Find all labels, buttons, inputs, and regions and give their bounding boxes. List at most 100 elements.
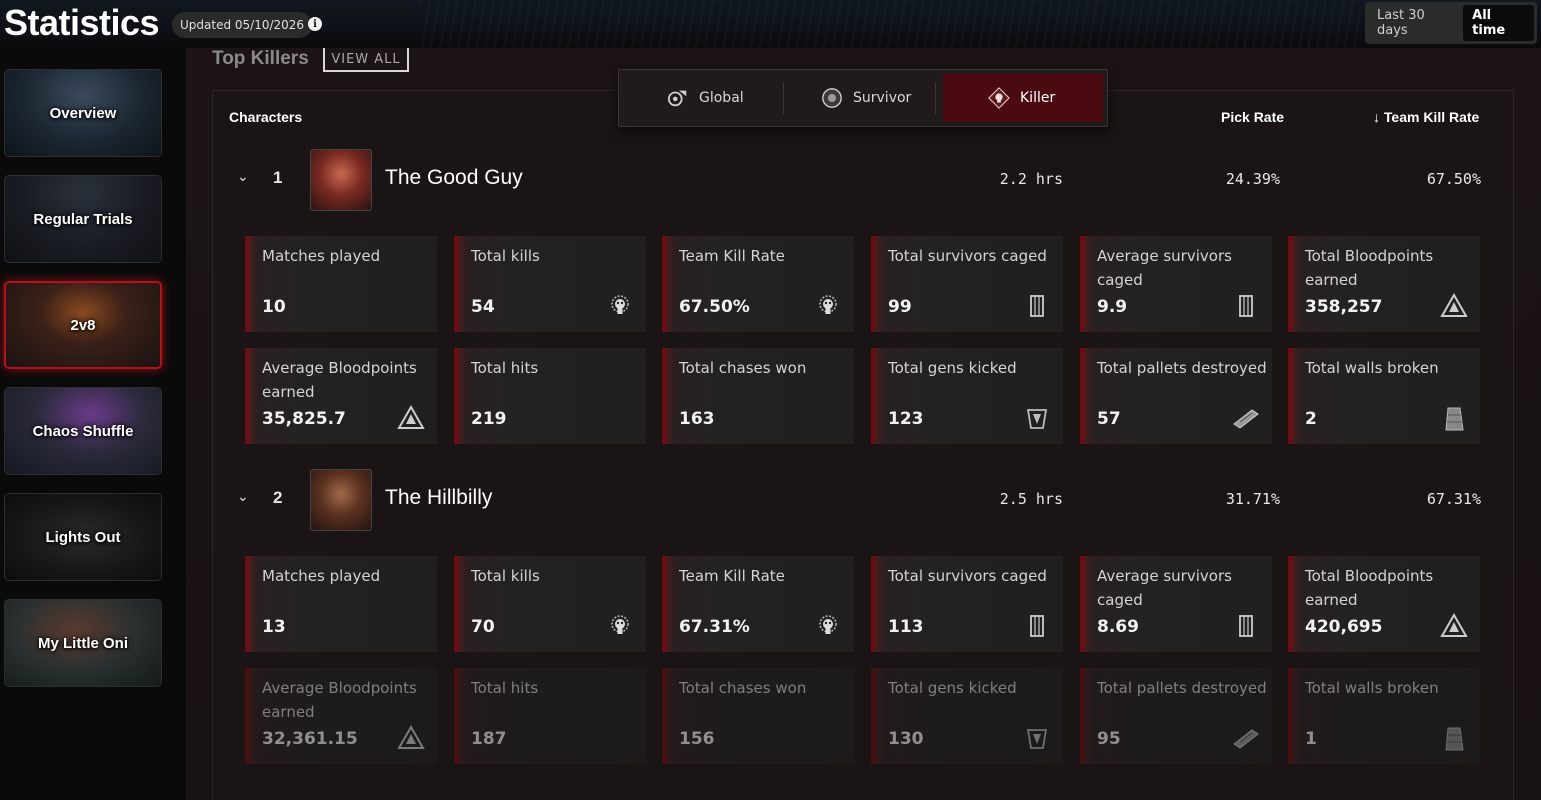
stat-card-average-survivors-caged: Average survivors caged 9.9 [1080,236,1272,332]
skull-icon [611,295,629,314]
stat-card-total-pallets-destroyed: Total pallets destroyed 57 [1080,348,1272,444]
stat-value: 123 [888,409,924,429]
sidebar-item-label: 2v8 [70,316,96,334]
range-last-30-days[interactable]: Last 30 days [1368,5,1463,41]
cage-icon [1030,615,1044,637]
section-title: Top Killers [212,48,309,69]
stat-value: 187 [471,729,507,749]
stat-card-total-hits: Total hits 187 [454,668,646,764]
range-toggle: Last 30 days All time [1365,2,1537,44]
stat-card-team-kill-rate: Team Kill Rate 67.50% [662,236,854,332]
tab-divider [935,82,936,114]
sidebar-item-2v8[interactable]: 2v8 [4,281,162,369]
character-team-kill-rate: 67.50% [1426,170,1481,188]
sidebar-item-label: Regular Trials [33,210,133,228]
stat-label: Average survivors caged [1097,567,1232,609]
stat-card-average-survivors-caged: Average survivors caged 8.69 [1080,556,1272,652]
sidebar-item-lights-out[interactable]: Lights Out [4,493,162,581]
info-icon[interactable]: i [308,17,322,31]
stat-label: Total survivors caged [888,247,1047,265]
tab-killer[interactable]: Killer [943,74,1103,122]
bloodpoints-icon [1440,292,1468,317]
stat-value: 10 [262,297,286,317]
character-rank: 2 [273,488,283,507]
chevron-down-icon[interactable]: ⌄ [237,169,249,185]
cage-icon [1239,615,1253,637]
page-title: Statistics [4,2,160,43]
generator-icon [1026,409,1048,429]
sidebar-item-label: Chaos Shuffle [32,422,134,440]
header-background [420,0,1360,48]
cage-icon [1239,295,1253,317]
tab-survivor[interactable]: Survivor [807,74,925,122]
stat-value: 130 [888,729,924,749]
stat-value: 2 [1305,409,1317,429]
sidebar-item-label: My Little Oni [38,634,128,652]
stat-card-total-bloodpoints-earned: Total Bloodpoints earned 420,695 [1288,556,1480,652]
sidebar-item-my-little-oni[interactable]: My Little Oni [4,599,162,687]
stat-label: Total walls broken [1305,359,1439,377]
stat-card-total-walls-broken: Total walls broken 1 [1288,668,1480,764]
character-name: The Hillbilly [385,486,493,509]
sidebar-item-label: Lights Out [45,528,121,546]
tab-global[interactable]: Global [653,74,758,122]
character-team-kill-rate: 67.31% [1426,490,1481,508]
pallet-icon [1233,729,1259,749]
stat-card-total-walls-broken: Total walls broken 2 [1288,348,1480,444]
sidebar-item-label: Overview [49,104,117,122]
stat-label: Total kills [471,567,540,585]
stat-value: 219 [471,409,507,429]
view-all-button[interactable]: VIEW ALL [323,46,409,72]
chevron-down-icon[interactable]: ⌄ [237,489,249,505]
survivor-icon [822,88,842,108]
character-time: 2.5 hrs [999,490,1063,508]
column-header-characters: Characters [229,109,303,125]
stat-label: Total kills [471,247,540,265]
stat-label: Total pallets destroyed [1097,359,1267,377]
sidebar-item-chaos-shuffle[interactable]: Chaos Shuffle [4,387,162,475]
stat-label: Average survivors caged [1097,247,1232,289]
top-bar: Statistics Updated 05/10/2026 i Last 30 … [0,0,1541,48]
character-row[interactable]: ⌄ 1 The Good Guy 2.2 hrs 24.39% 67.50% [213,149,1515,211]
stat-value: 163 [679,409,715,429]
stat-label: Total Bloodpoints earned [1305,567,1434,609]
bloodpoints-icon [1440,612,1468,637]
stat-value: 9.9 [1097,297,1128,317]
character-row[interactable]: ⌄ 2 The Hillbilly 2.5 hrs 31.71% 67.31% [213,469,1515,531]
main-panel: Top Killers VIEW ALL Characters Pick Rat… [186,46,1541,800]
stat-card-total-gens-kicked: Total gens kicked 130 [871,668,1063,764]
stat-card-team-kill-rate: Team Kill Rate 67.31% [662,556,854,652]
stat-value: 32,361.15 [262,729,358,749]
character-rank: 1 [273,168,283,187]
stat-label: Team Kill Rate [679,247,785,265]
stat-value: 99 [888,297,912,317]
stat-label: Team Kill Rate [679,567,785,585]
stat-card-total-gens-kicked: Total gens kicked 123 [871,348,1063,444]
tab-label: Global [699,90,744,106]
stat-card-average-bloodpoints-earned: Average Bloodpoints earned 32,361.15 [245,668,437,764]
stat-label: Total Bloodpoints earned [1305,247,1434,289]
stat-value: 156 [679,729,715,749]
stat-card-total-bloodpoints-earned: Total Bloodpoints earned 358,257 [1288,236,1480,332]
character-time: 2.2 hrs [999,170,1063,188]
stat-label: Average Bloodpoints earned [262,359,417,401]
sidebar: Overview Regular Trials 2v8 Chaos Shuffl… [0,48,186,800]
stat-card-total-pallets-destroyed: Total pallets destroyed 95 [1080,668,1272,764]
sidebar-item-regular-trials[interactable]: Regular Trials [4,175,162,263]
wall-icon [1445,727,1464,751]
stat-value: 67.31% [679,617,750,637]
stat-card-total-hits: Total hits 219 [454,348,646,444]
tab-divider [783,82,784,114]
updated-badge: Updated 05/10/2026 [172,12,313,38]
stat-card-matches-played: Matches played 13 [245,556,437,652]
sidebar-item-overview[interactable]: Overview [4,69,162,157]
stat-card-total-kills: Total kills 54 [454,236,646,332]
global-icon [667,90,687,107]
stat-value: 54 [471,297,495,317]
column-header-team-kill-rate[interactable]: ↓ Team Kill Rate [1373,109,1479,125]
stat-label: Total hits [471,679,539,697]
character-portrait [310,149,372,211]
range-all-time[interactable]: All time [1463,5,1534,41]
stat-value: 57 [1097,409,1121,429]
column-header-pick-rate[interactable]: Pick Rate [1221,109,1284,125]
